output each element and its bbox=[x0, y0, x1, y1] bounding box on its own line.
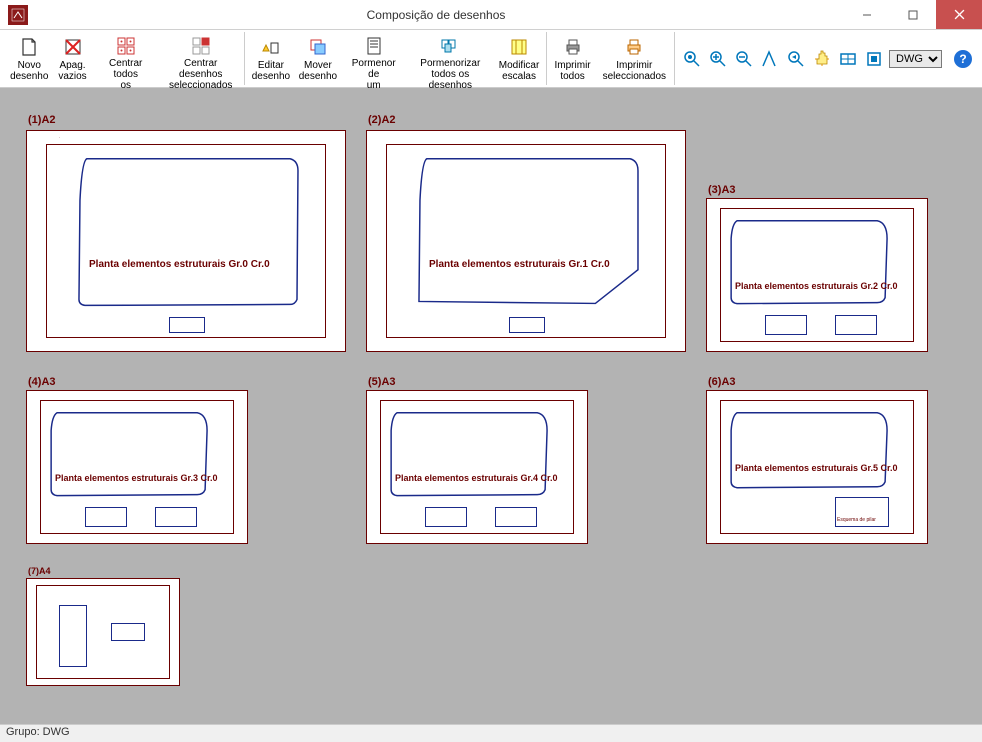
plan-caption: Planta elementos estruturais Gr.4 Cr.0 bbox=[395, 473, 558, 483]
titlebar: Composição de desenhos bbox=[0, 0, 982, 30]
sheet-7[interactable] bbox=[26, 578, 180, 686]
move-drawing-icon bbox=[307, 36, 329, 58]
mover-desenho-button[interactable]: Mover desenho bbox=[294, 32, 341, 85]
sheet-2[interactable]: Planta elementos estruturais Gr.1 Cr.0 bbox=[366, 130, 686, 352]
sheet-label: (1)A2 bbox=[28, 114, 56, 126]
title-block bbox=[509, 317, 545, 333]
help-button[interactable]: ? bbox=[954, 50, 972, 68]
delete-empty-icon bbox=[62, 36, 84, 58]
zoom-out-button[interactable] bbox=[733, 48, 755, 70]
status-grupo: Grupo: DWG bbox=[6, 726, 70, 738]
title-block bbox=[85, 507, 127, 527]
btn-label: Centrar desenhos seleccionados bbox=[165, 58, 236, 91]
sheet-3[interactable]: Planta elementos estruturais Gr.2 Cr.0 bbox=[706, 198, 928, 352]
redraw-button[interactable] bbox=[863, 48, 885, 70]
center-selected-icon bbox=[190, 36, 212, 56]
minimize-button[interactable] bbox=[844, 0, 890, 29]
editar-desenho-button[interactable]: Editar desenho bbox=[247, 32, 294, 85]
btn-label: Imprimir seleccionados bbox=[603, 60, 666, 82]
plan-caption: Planta elementos estruturais Gr.0 Cr.0 bbox=[89, 259, 270, 270]
block-b bbox=[111, 623, 145, 641]
sheet-label: (3)A3 bbox=[708, 184, 736, 196]
btn-label: Mover desenho bbox=[299, 60, 337, 82]
title-block bbox=[835, 315, 877, 335]
zoom-previous-button[interactable] bbox=[785, 48, 807, 70]
sheet-4[interactable]: Planta elementos estruturais Gr.3 Cr.0 bbox=[26, 390, 248, 544]
detail-one-icon bbox=[363, 36, 385, 56]
pillar-schema-label: Esquema de pilar bbox=[837, 517, 876, 523]
sheet-6[interactable]: Planta elementos estruturais Gr.5 Cr.0 E… bbox=[706, 390, 928, 544]
drawing-canvas[interactable]: (1)A2 · Planta elementos estruturais Gr.… bbox=[0, 88, 982, 724]
statusbar: Grupo: DWG bbox=[0, 724, 982, 742]
title-block bbox=[425, 507, 467, 527]
window-controls bbox=[844, 0, 982, 29]
sheet-label: (6)A3 bbox=[708, 376, 736, 388]
btn-label: Novo desenho bbox=[10, 60, 48, 82]
plan-caption: Planta elementos estruturais Gr.1 Cr.0 bbox=[429, 259, 610, 270]
plan-outline bbox=[27, 391, 247, 543]
sheet-label: (5)A3 bbox=[368, 376, 396, 388]
sheet-label: (2)A2 bbox=[368, 114, 396, 126]
title-block bbox=[169, 317, 205, 333]
novo-desenho-button[interactable]: Novo desenho bbox=[6, 32, 53, 85]
maximize-button[interactable] bbox=[890, 0, 936, 29]
window-title: Composição de desenhos bbox=[28, 8, 844, 22]
center-all-icon bbox=[115, 36, 137, 56]
btn-label: Editar desenho bbox=[252, 60, 290, 82]
title-block bbox=[155, 507, 197, 527]
pormenorizar-todos-button[interactable]: Pormenorizar todos os desenhos bbox=[406, 32, 495, 85]
centrar-todos-button[interactable]: Centrar todos os desenhos bbox=[93, 32, 159, 85]
modify-scales-icon bbox=[508, 36, 530, 58]
plan-caption: Planta elementos estruturais Gr.2 Cr.0 bbox=[735, 281, 898, 291]
imprimir-todos-button[interactable]: Imprimir todos bbox=[549, 32, 597, 85]
zoom-extents-button[interactable] bbox=[837, 48, 859, 70]
apagar-vazios-button[interactable]: Apag. vazios bbox=[53, 32, 93, 85]
new-document-icon bbox=[18, 36, 40, 58]
plan-outline bbox=[707, 199, 927, 351]
plan-outline bbox=[367, 391, 587, 543]
sheet-1[interactable]: · Planta elementos estruturais Gr.0 Cr.0 bbox=[26, 130, 346, 352]
btn-label: Pormenorizar todos os desenhos bbox=[412, 58, 489, 91]
pormenor-um-button[interactable]: Pormenor de um desenho bbox=[341, 32, 406, 85]
close-button[interactable] bbox=[936, 0, 982, 29]
sheet-border bbox=[36, 585, 170, 678]
print-selected-icon bbox=[623, 36, 645, 58]
btn-label: Modificar escalas bbox=[499, 60, 540, 82]
toolbar: Novo desenho Apag. vazios Centrar todos … bbox=[0, 30, 982, 88]
centrar-seleccionados-button[interactable]: Centrar desenhos seleccionados bbox=[159, 32, 242, 85]
btn-label: Apag. vazios bbox=[58, 60, 86, 82]
zoom-in-button[interactable] bbox=[707, 48, 729, 70]
plan-caption: Planta elementos estruturais Gr.3 Cr.0 bbox=[55, 473, 218, 483]
zoom-window-button[interactable] bbox=[759, 48, 781, 70]
app-icon bbox=[8, 5, 28, 25]
title-block bbox=[495, 507, 537, 527]
edit-drawing-icon bbox=[260, 36, 282, 58]
print-all-icon bbox=[562, 36, 584, 58]
pan-button[interactable] bbox=[811, 48, 833, 70]
zoom-find-button[interactable] bbox=[681, 48, 703, 70]
sheet-label: (7)A4 bbox=[28, 566, 51, 576]
plan-caption: Planta elementos estruturais Gr.5 Cr.0 bbox=[735, 463, 898, 473]
btn-label: Imprimir todos bbox=[555, 60, 591, 82]
imprimir-seleccionados-button[interactable]: Imprimir seleccionados bbox=[597, 32, 672, 85]
title-block bbox=[765, 315, 807, 335]
modificar-escalas-button[interactable]: Modificar escalas bbox=[495, 32, 544, 85]
detail-all-icon bbox=[439, 36, 461, 56]
format-select[interactable]: DWG bbox=[889, 50, 942, 68]
block-a bbox=[59, 605, 87, 667]
sheet-label: (4)A3 bbox=[28, 376, 56, 388]
sheet-5[interactable]: Planta elementos estruturais Gr.4 Cr.0 bbox=[366, 390, 588, 544]
